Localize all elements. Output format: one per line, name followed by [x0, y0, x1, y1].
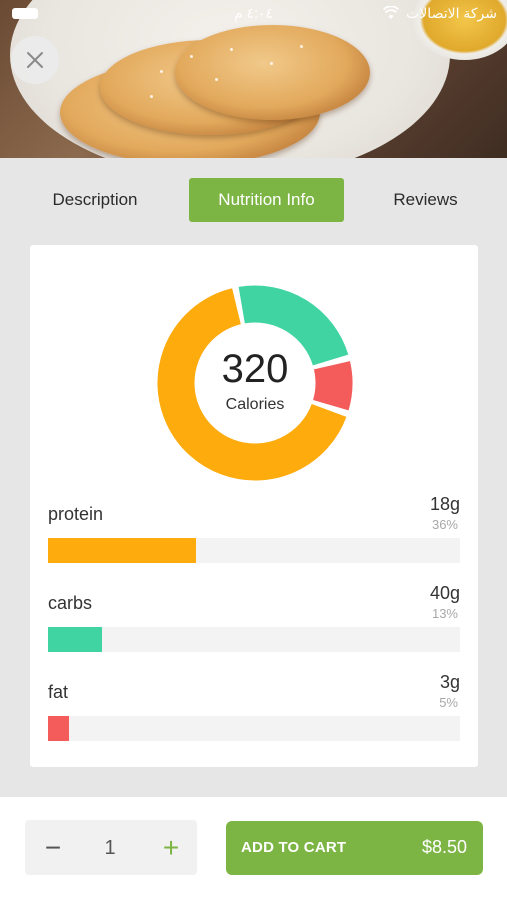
macro-bar-carbs: [48, 627, 460, 652]
calories-label: Calories: [225, 396, 285, 413]
tab-nutrition-info[interactable]: Nutrition Info: [189, 178, 344, 222]
close-icon: [27, 52, 43, 68]
increase-quantity-button[interactable]: +: [153, 828, 189, 868]
carrier-name: شركة الاتصالات: [406, 5, 497, 21]
decrease-quantity-button[interactable]: −: [35, 828, 71, 868]
add-to-cart-button[interactable]: ADD TO CART $8.50: [226, 821, 483, 875]
macro-amount-fat: 3g: [439, 672, 460, 692]
macro-fill-carbs: [48, 627, 102, 652]
macro-name-carbs: carbs: [48, 593, 93, 613]
calories-value: 320: [221, 347, 289, 391]
nutrition-card: 320 Calories protein 18g 36% carbs 40g 1…: [30, 245, 478, 767]
macro-percent-fat: 5%: [439, 695, 458, 710]
macro-percent-carbs: 13%: [431, 606, 458, 621]
bottom-bar: − 1 + ADD TO CART $8.50: [0, 797, 507, 900]
tab-bar: Description Nutrition Info Reviews: [0, 158, 507, 238]
cart-price: $8.50: [421, 837, 467, 857]
macro-bar-fat: [48, 716, 460, 741]
macro-amount-protein: 18g: [429, 494, 460, 514]
tab-reviews[interactable]: Reviews: [378, 178, 473, 222]
minus-icon: −: [44, 832, 62, 863]
status-bar: ٤:٠٤ م شركة الاتصالات: [0, 0, 507, 26]
macro-amount-carbs: 40g: [429, 583, 460, 603]
macro-name-fat: fat: [48, 682, 69, 702]
add-to-cart-label: ADD TO CART: [241, 839, 347, 856]
macro-bar-protein: [48, 538, 460, 563]
quantity-stepper: − 1 +: [25, 820, 197, 875]
macro-fill-fat: [48, 716, 69, 741]
macro-percent-protein: 36%: [431, 517, 458, 532]
macro-name-protein: protein: [48, 504, 104, 524]
plus-icon: +: [162, 832, 180, 863]
macro-fill-protein: [48, 538, 197, 563]
close-button[interactable]: [11, 36, 59, 84]
quantity-value: 1: [104, 837, 116, 859]
wifi-icon: [383, 6, 399, 19]
tab-description[interactable]: Description: [32, 178, 158, 222]
